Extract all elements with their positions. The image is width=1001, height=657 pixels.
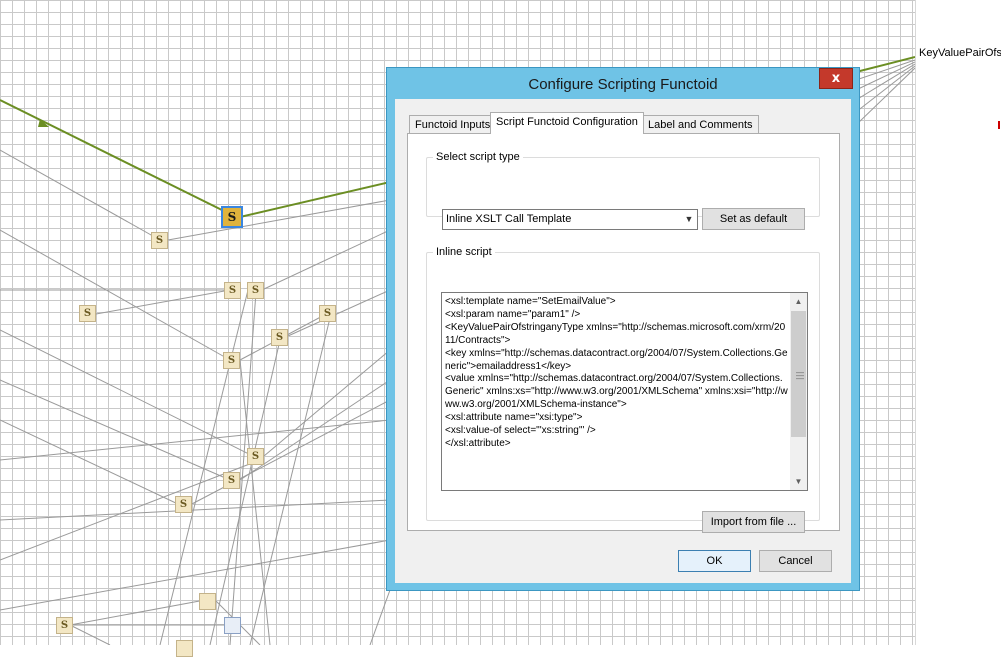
dialog-title: Configure Scripting Functoid: [528, 76, 718, 93]
link-line[interactable]: [0, 419, 391, 461]
cancel-button[interactable]: Cancel: [759, 550, 832, 572]
link-line[interactable]: [0, 539, 391, 611]
scripting-functoid[interactable]: S: [319, 305, 336, 322]
scripting-functoid[interactable]: S: [224, 282, 241, 299]
link-line[interactable]: [263, 229, 391, 290]
functoid-glyph: S: [275, 331, 284, 343]
link-line-green[interactable]: [0, 99, 233, 216]
scripting-functoid[interactable]: S: [223, 352, 240, 369]
functoid-glyph: S: [60, 619, 69, 631]
link-line[interactable]: [369, 589, 391, 645]
functoid-glyph: S: [227, 474, 236, 486]
link-line[interactable]: [239, 379, 391, 481]
link-line[interactable]: [263, 349, 391, 457]
link-line[interactable]: [287, 289, 391, 337]
functoid-glyph: S: [179, 498, 188, 510]
functoid-glyph: S: [227, 210, 237, 224]
chevron-down-icon: ▼: [684, 214, 694, 224]
scroll-down-icon[interactable]: ▼: [790, 473, 807, 490]
scripting-functoid[interactable]: S: [271, 329, 288, 346]
functoid[interactable]: [199, 593, 216, 610]
script-type-select[interactable]: Inline XSLT Call Template ▼: [442, 209, 698, 230]
inline-script-textarea[interactable]: <xsl:template name="SetEmailValue"> <xsl…: [441, 292, 808, 491]
scripting-functoid-selected[interactable]: S: [221, 206, 243, 228]
tab-script-functoid-configuration[interactable]: Script Functoid Configuration: [490, 112, 644, 134]
tab-functoid-inputs[interactable]: Functoid Inputs: [409, 115, 497, 134]
link-line[interactable]: [189, 399, 391, 506]
functoid-glyph: S: [251, 284, 260, 296]
tab-page: Select script type Inline XSLT Call Temp…: [407, 133, 840, 533]
functoid[interactable]: [176, 640, 193, 657]
scripting-functoid[interactable]: S: [247, 282, 264, 299]
schema-node-label[interactable]: KeyValuePairOfst: [919, 47, 1001, 59]
link-line[interactable]: [0, 419, 181, 506]
link-line[interactable]: [0, 459, 261, 561]
ok-button[interactable]: OK: [678, 550, 751, 572]
inline-script-text: <xsl:template name="SetEmailValue"> <xsl…: [445, 296, 788, 449]
link-line[interactable]: [167, 199, 391, 241]
grip-icon: — — —: [796, 368, 804, 383]
link-line[interactable]: [855, 65, 915, 113]
link-line[interactable]: [249, 317, 331, 645]
scripting-functoid[interactable]: S: [56, 617, 73, 634]
tab-label-and-comments[interactable]: Label and Comments: [642, 115, 759, 134]
import-from-file-button[interactable]: Import from file ...: [702, 511, 805, 533]
script-scrollbar[interactable]: ▲ — — — ▼: [790, 293, 807, 490]
scripting-functoid[interactable]: S: [79, 305, 96, 322]
functoid-glyph: S: [83, 307, 92, 319]
functoid-glyph: S: [251, 450, 260, 462]
functoid-glyph: S: [155, 234, 164, 246]
link-line[interactable]: [0, 149, 161, 241]
link-line-green[interactable]: [239, 181, 391, 218]
scripting-functoid[interactable]: S: [175, 496, 192, 513]
close-button[interactable]: x: [819, 68, 853, 89]
dialog-client-area: Functoid Inputs Script Functoid Configur…: [395, 99, 851, 583]
functoid-glyph: S: [323, 307, 332, 319]
table-functoid[interactable]: [224, 617, 241, 634]
link-endpoint-marker: [998, 121, 1000, 129]
link-line[interactable]: [69, 599, 206, 626]
scripting-functoid[interactable]: S: [151, 232, 168, 249]
script-type-selected-value: Inline XSLT Call Template: [446, 213, 572, 225]
scripting-functoid[interactable]: S: [223, 472, 240, 489]
link-line[interactable]: [0, 379, 231, 481]
inline-script-legend: Inline script: [436, 246, 492, 258]
functoid-glyph: S: [228, 284, 237, 296]
functoid-glyph: S: [227, 354, 236, 366]
scripting-functoid[interactable]: S: [247, 448, 264, 465]
configure-scripting-functoid-dialog: Configure Scripting Functoid x Functoid …: [386, 67, 860, 591]
destination-schema-pane: [915, 0, 1001, 645]
set-as-default-button[interactable]: Set as default: [702, 208, 805, 230]
scroll-up-icon[interactable]: ▲: [790, 293, 807, 310]
link-line[interactable]: [69, 624, 111, 645]
link-line[interactable]: [209, 339, 281, 645]
link-line[interactable]: [0, 229, 231, 361]
select-script-type-legend: Select script type: [436, 151, 520, 163]
link-line[interactable]: [159, 289, 249, 645]
link-line[interactable]: [95, 289, 231, 315]
scrollbar-thumb[interactable]: — — —: [791, 311, 806, 437]
